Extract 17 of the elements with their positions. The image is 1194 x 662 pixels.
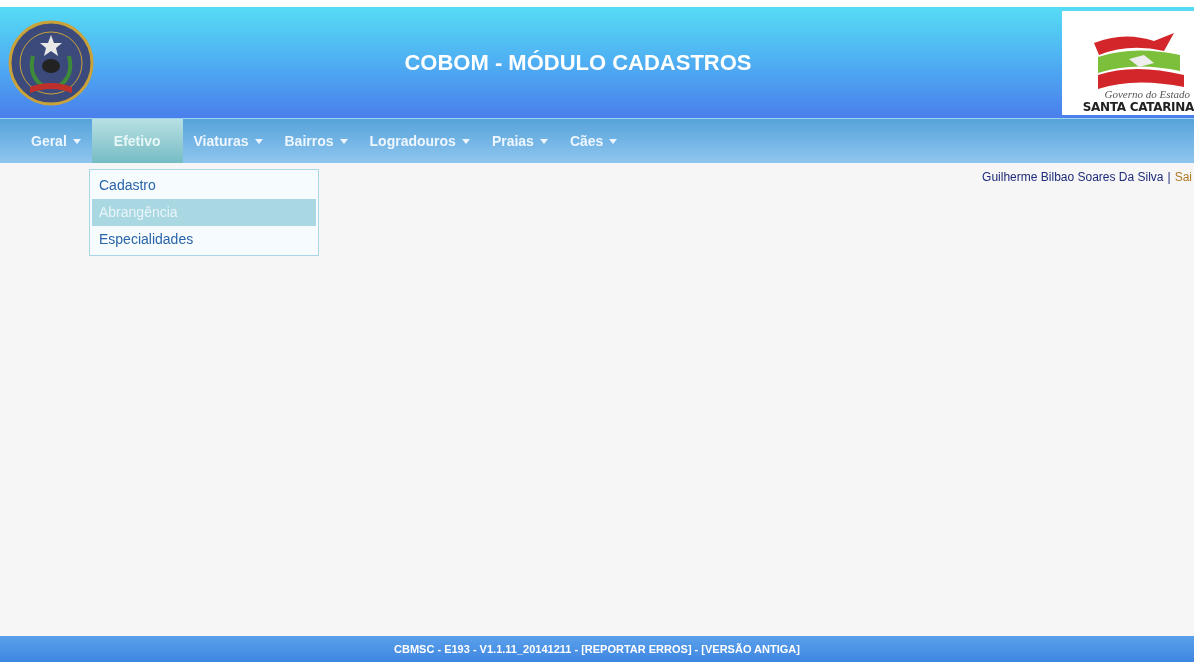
- government-caption: Governo do Estado: [1104, 88, 1191, 100]
- menu-item[interactable]: Efetivo: [91, 119, 183, 163]
- menu-item[interactable]: Geral: [20, 119, 92, 163]
- menu-item[interactable]: Bairros: [273, 119, 359, 163]
- footer-text: CBMSC - E193 - V1.1.11_20141211 - [REPORTAR ERROS] - [VERSÃO ANTIGA]: [394, 641, 800, 657]
- menu-item[interactable]: Praias: [480, 119, 559, 163]
- menu-item[interactable]: Logradouros: [358, 119, 481, 163]
- dropdown-item[interactable]: Especialidades: [92, 226, 316, 253]
- page-title: COBOM - MÓDULO CADASTROS: [404, 49, 752, 77]
- user-name: Guilherme Bilbao Soares Da Silva: [982, 169, 1164, 186]
- separator: |: [1167, 169, 1171, 186]
- menu-item[interactable]: Viaturas: [182, 119, 274, 163]
- dropdown-item[interactable]: Cadastro: [92, 172, 316, 199]
- logout-link[interactable]: Sai: [1174, 168, 1192, 186]
- state-name: SANTA CATARINA: [1082, 99, 1194, 115]
- dropdown-item[interactable]: Abrangência: [92, 199, 316, 226]
- menu-item[interactable]: Cães: [558, 119, 629, 163]
